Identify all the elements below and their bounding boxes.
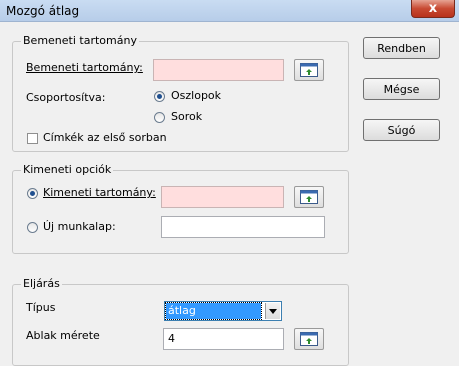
output-options-group-legend: Kimeneti opciók (21, 163, 114, 176)
close-button[interactable]: x (411, 0, 455, 18)
output-range-radio[interactable] (27, 188, 38, 199)
input-range-field[interactable] (153, 59, 284, 81)
type-select[interactable]: átlag (164, 301, 282, 321)
output-range-field[interactable] (161, 186, 284, 208)
range-select-icon (300, 190, 318, 204)
input-range-group-legend: Bemeneti tartomány (21, 34, 139, 47)
output-options-group: Kimeneti opciók (12, 163, 349, 254)
range-select-icon (300, 63, 318, 77)
window-size-select-button[interactable] (294, 328, 324, 350)
columns-label[interactable]: Oszlopok (171, 89, 221, 102)
method-group: Eljárás (12, 277, 349, 366)
ok-button[interactable]: Rendben (363, 37, 440, 59)
help-button[interactable]: Súgó (363, 119, 440, 141)
columns-radio[interactable] (154, 91, 165, 102)
type-select-value: átlag (165, 302, 262, 320)
labels-first-row-label[interactable]: Címkék az első sorban (43, 131, 167, 144)
range-select-icon (300, 332, 318, 346)
labels-first-row-checkbox[interactable] (27, 133, 38, 144)
window-title: Mozgó átlag (6, 4, 80, 18)
new-sheet-field[interactable] (161, 216, 325, 238)
input-range-select-button[interactable] (294, 59, 324, 81)
type-label: Típus (26, 301, 56, 314)
close-icon: x (428, 1, 438, 16)
chevron-down-icon[interactable] (265, 303, 280, 319)
window-size-label: Ablak mérete (26, 329, 100, 342)
output-range-select-button[interactable] (294, 186, 324, 208)
help-button-label: Súgó (387, 123, 416, 137)
new-sheet-label[interactable]: Új munkalap: (43, 220, 116, 233)
ok-button-label: Rendben (377, 41, 426, 55)
rows-label[interactable]: Sorok (171, 110, 202, 123)
new-sheet-radio[interactable] (27, 222, 38, 233)
method-group-legend: Eljárás (21, 277, 62, 290)
grouped-label: Csoportosítva: (26, 91, 106, 104)
cancel-button-label: Mégse (383, 82, 420, 96)
window-size-field[interactable]: 4 (163, 328, 284, 350)
cancel-button[interactable]: Mégse (363, 78, 440, 100)
title-bar: Mozgó átlag x (0, 0, 459, 22)
rows-radio[interactable] (154, 112, 165, 123)
input-range-label: Bemeneti tartomány: (26, 61, 143, 74)
output-range-label[interactable]: Kimeneti tartomány: (43, 186, 156, 199)
